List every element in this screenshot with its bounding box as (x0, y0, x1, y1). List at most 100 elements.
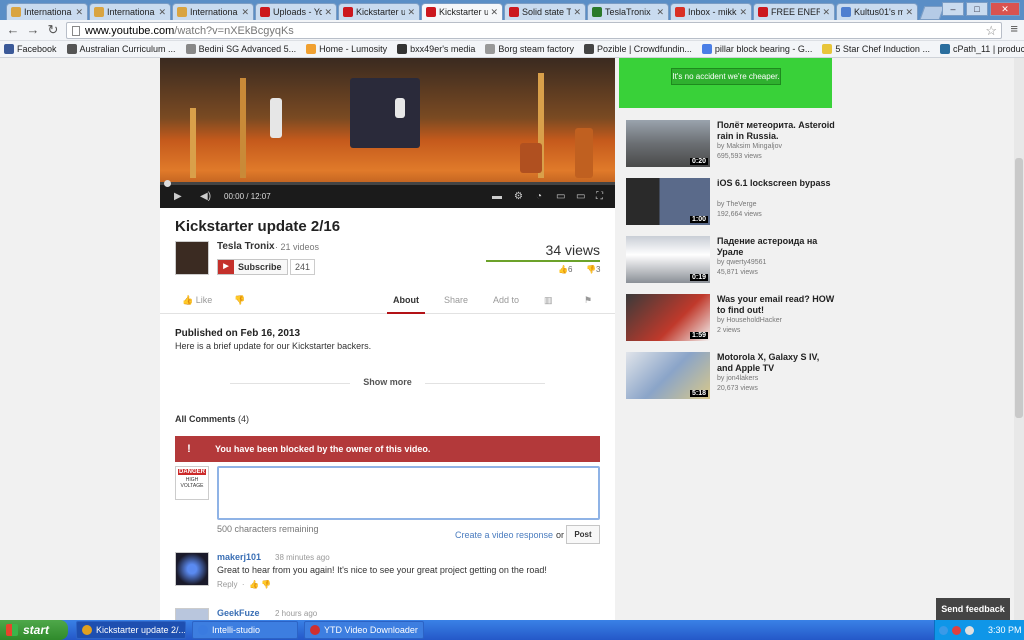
commenter-name[interactable]: GeekFuze (217, 608, 260, 618)
show-more-button[interactable]: Show more (230, 377, 545, 387)
maximize-button[interactable]: □ (966, 2, 988, 16)
bookmark-item[interactable]: Bedini SG Advanced 5... (185, 44, 296, 54)
bookmark-item[interactable]: Borg steam factory (485, 44, 574, 54)
new-tab-button[interactable] (919, 6, 945, 20)
browser-tab[interactable]: Inbox - mikk ✕ (670, 3, 752, 20)
stats-icon[interactable]: ▥ (544, 295, 553, 306)
video-thumbnail[interactable]: 5:18 (626, 352, 710, 399)
video-thumbnail[interactable]: 0:20 (626, 120, 710, 167)
bookmark-item[interactable]: bxx49er's media (397, 44, 475, 54)
close-tab-icon[interactable]: ✕ (739, 7, 747, 18)
thumb-up-icon[interactable]: 👍 (249, 580, 259, 589)
browser-tab[interactable]: Kickstarter u ✕ (338, 3, 420, 20)
commenter-name[interactable]: makerj101 (217, 552, 261, 562)
bookmark-item[interactable]: Facebook (4, 44, 57, 54)
scrollbar-thumb[interactable] (1015, 158, 1023, 418)
address-bar[interactable]: www.youtube.com/watch?v=nXEkBcgyqKs ☆ (66, 22, 1002, 39)
browser-tab[interactable]: Internationa ✕ (172, 3, 254, 20)
page-scrollbar[interactable] (1014, 58, 1024, 620)
browser-tab[interactable]: FREE ENERG✕ (753, 3, 835, 20)
channel-avatar[interactable] (175, 241, 209, 275)
close-tab-icon[interactable]: ✕ (241, 7, 249, 18)
sidebar-ad[interactable]: It's no accident we're cheaper. (619, 58, 832, 108)
close-tab-icon[interactable]: ✕ (822, 7, 830, 18)
volume-tray-icon[interactable] (965, 625, 974, 635)
reload-icon[interactable]: ↻ (44, 21, 62, 39)
browser-tab[interactable]: Internationa ✕ (6, 3, 88, 20)
video-player[interactable]: ▶ ◀) 00:00 / 12:07 ▬ ⚙ ◔ ▭ ▭ ⛶ (160, 58, 615, 208)
browser-tab[interactable]: Internationa ✕ (89, 3, 171, 20)
bookmark-item[interactable]: Pozible | Crowdfundin... (583, 44, 692, 54)
forward-icon[interactable]: → (24, 21, 42, 39)
taskbar-item-label: Kickstarter update 2/... (96, 625, 186, 635)
play-icon[interactable]: ▶ (174, 191, 182, 202)
captions-icon[interactable]: ▬ (492, 191, 502, 202)
minimize-button[interactable]: – (942, 2, 964, 16)
browser-tab[interactable]: Uploads - Yo ✕ (255, 3, 337, 20)
volume-icon[interactable]: ◀) (200, 191, 211, 202)
close-window-button[interactable]: ✕ (990, 2, 1020, 16)
menu-icon[interactable]: ≡ (1010, 21, 1018, 36)
subscribe-button[interactable]: ▶ Subscribe (217, 259, 288, 275)
small-player-icon[interactable]: ▭ (556, 191, 565, 202)
progress-bar[interactable] (160, 180, 615, 187)
close-tab-icon[interactable]: ✕ (324, 7, 332, 18)
browser-tab[interactable]: TeslaTronix ✕ (587, 3, 669, 20)
browser-tab[interactable]: Solid state T ✕ (504, 3, 586, 20)
bookmark-item[interactable]: Home - Lumosity (306, 44, 387, 54)
reply-link[interactable]: Reply (217, 580, 237, 589)
related-video-item[interactable]: 1:00 iOS 6.1 lockscreen bypass by TheVerge… (626, 178, 836, 228)
taskbar-item[interactable]: YTD Video Downloader (304, 621, 424, 639)
bookmark-item[interactable]: pillar block bearing - G... (701, 44, 812, 54)
related-video-item[interactable]: 1:59 Was your email read? HOW to find out… (626, 294, 836, 344)
close-tab-icon[interactable]: ✕ (407, 7, 415, 18)
related-video-item[interactable]: 0:19 Падение астероида на Урале by qwerty4… (626, 236, 836, 286)
close-tab-icon[interactable]: ✕ (656, 7, 664, 18)
commenter-avatar[interactable] (175, 552, 209, 586)
bookmark-item[interactable]: 5 Star Chef Induction ... (822, 44, 930, 54)
comment-input[interactable] (217, 466, 600, 520)
fullscreen-icon[interactable]: ⛶ (596, 191, 603, 202)
video-thumbnail[interactable]: 0:19 (626, 236, 710, 283)
close-tab-icon[interactable]: ✕ (573, 7, 581, 18)
video-thumbnail[interactable]: 1:59 (626, 294, 710, 341)
browser-tab[interactable]: Kickstarter u ✕ (421, 3, 503, 20)
related-video-item[interactable]: 0:20 Полёт метеорита. Asteroid rain in Ru… (626, 120, 836, 170)
send-feedback-button[interactable]: Send feedback (936, 598, 1010, 620)
security-icon[interactable] (952, 625, 961, 635)
commenter-avatar[interactable] (175, 608, 209, 620)
related-video-title[interactable]: iOS 6.1 lockscreen bypass (717, 178, 835, 189)
taskbar-item[interactable]: Intelli-studio (192, 621, 298, 639)
network-icon[interactable] (939, 625, 948, 635)
video-thumbnail[interactable]: 1:00 (626, 178, 710, 225)
watch-later-icon[interactable]: ◔ (536, 191, 542, 202)
tab-about[interactable]: About (393, 295, 419, 305)
back-icon[interactable]: ← (4, 21, 22, 39)
bookmark-item[interactable]: Australian Curriculum ... (66, 44, 176, 54)
settings-icon[interactable]: ⚙ (514, 191, 523, 202)
bookmark-star-icon[interactable]: ☆ (985, 23, 997, 39)
related-video-title[interactable]: Полёт метеорита. Asteroid rain in Russia… (717, 120, 835, 142)
tab-add-to[interactable]: Add to (493, 295, 519, 305)
flag-icon[interactable]: ⚑ (584, 295, 592, 306)
tab-share[interactable]: Share (444, 295, 468, 305)
related-video-title[interactable]: Motorola X, Galaxy S IV, and Apple TV (717, 352, 835, 374)
post-button[interactable]: Post (566, 525, 600, 544)
browser-tab[interactable]: Kultus01's m ✕ (836, 3, 918, 20)
close-tab-icon[interactable]: ✕ (490, 7, 498, 18)
dislike-button[interactable]: 👎 (234, 295, 245, 306)
close-tab-icon[interactable]: ✕ (158, 7, 166, 18)
video-response-link[interactable]: Create a video response (455, 530, 553, 540)
close-tab-icon[interactable]: ✕ (75, 7, 83, 18)
channel-name[interactable]: Tesla Tronix (217, 241, 275, 252)
bookmark-item[interactable]: cPath_11 | products_i... (939, 44, 1024, 54)
related-video-title[interactable]: Падение астероида на Урале (717, 236, 835, 258)
related-video-item[interactable]: 5:18 Motorola X, Galaxy S IV, and Apple T… (626, 352, 836, 402)
close-tab-icon[interactable]: ✕ (905, 7, 913, 18)
taskbar-item[interactable]: Kickstarter update 2/... (76, 621, 186, 639)
thumb-down-icon[interactable]: 👎 (261, 580, 271, 589)
like-button[interactable]: 👍 Like (182, 295, 212, 306)
large-player-icon[interactable]: ▭ (576, 191, 585, 202)
start-button[interactable]: start (0, 620, 68, 640)
related-video-title[interactable]: Was your email read? HOW to find out! (717, 294, 835, 316)
